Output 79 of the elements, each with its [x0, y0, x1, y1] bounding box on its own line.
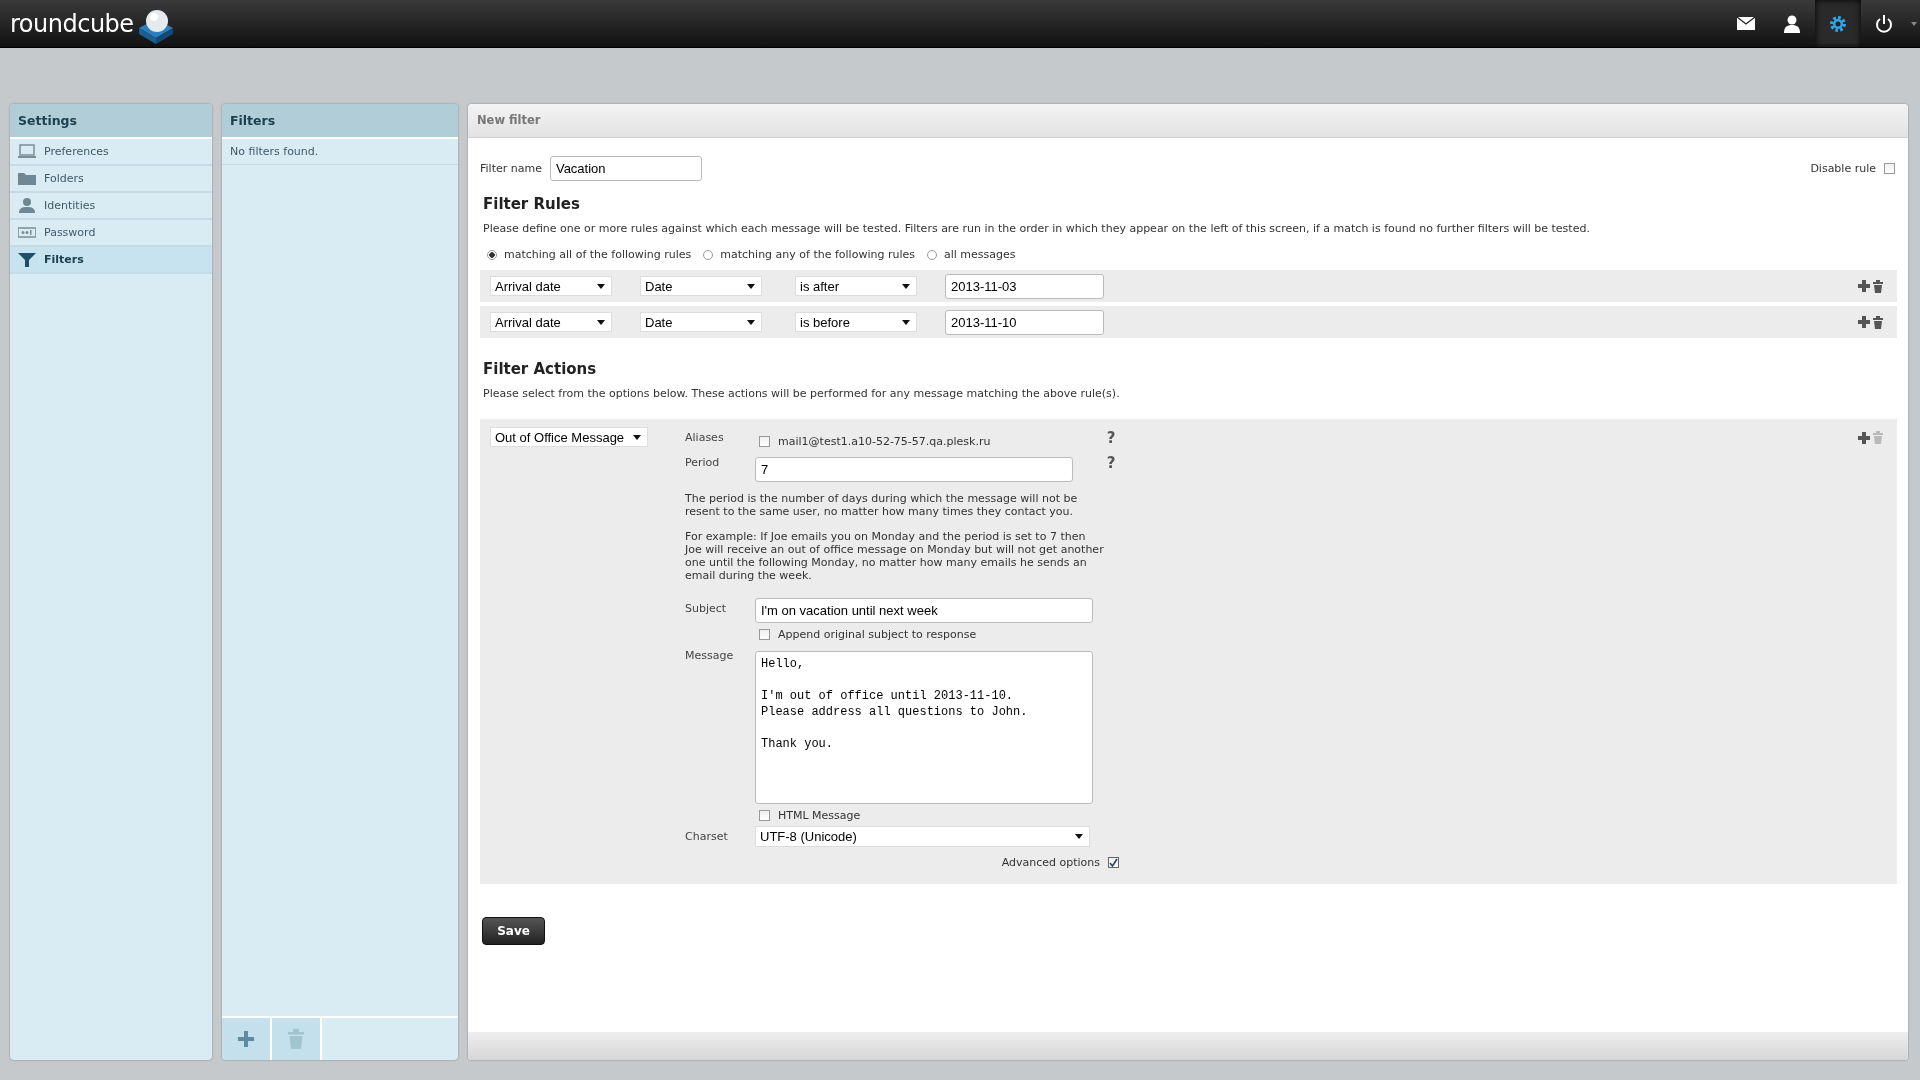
- field-label: Aliases: [685, 430, 725, 446]
- field-label: Charset: [685, 829, 729, 845]
- section-description: Please define one or more rules against which each message will be tested. Filters are run in the order in which they appear on the left of this screen, if a match is found no further filters will be tested.: [483, 222, 1591, 235]
- radio-button[interactable]: [926, 249, 937, 260]
- caret-icon: [597, 319, 605, 325]
- caret-icon: [747, 319, 755, 325]
- filter-name-field[interactable]: Vacation: [549, 155, 702, 181]
- dropdown[interactable]: UTF-8 (Unicode): [755, 826, 1090, 847]
- dropdown[interactable]: Out of Office Message: [490, 427, 648, 447]
- checkbox[interactable]: [1108, 856, 1119, 868]
- checkbox-label: HTML Message: [778, 808, 861, 822]
- rule-value-field[interactable]: 2013-11-03: [945, 273, 1104, 299]
- dropdown[interactable]: Arrival date: [490, 312, 612, 332]
- power-icon: [1874, 13, 1894, 34]
- section-heading: Filter Actions: [483, 360, 598, 378]
- settings-item[interactable]: Folders: [10, 166, 212, 193]
- section-description: Please select from the options below. These actions will be performed for any message matching the above rule(s).: [483, 387, 1121, 400]
- dropdown[interactable]: is before: [795, 312, 917, 332]
- radio-label: matching any of the following rules: [720, 248, 915, 261]
- field-label: Subject: [685, 601, 728, 617]
- radio-button[interactable]: [487, 249, 497, 260]
- caret-icon: [1075, 834, 1083, 839]
- nav-button[interactable]: [1815, 0, 1861, 47]
- logo-text: roundcube: [10, 9, 134, 38]
- radio-button[interactable]: [703, 249, 714, 260]
- period-field[interactable]: 7: [755, 457, 1073, 482]
- message-field[interactable]: Hello, I'm out of office until 2013-11-10. Please address all questions to John. Thank you.: [755, 651, 1093, 804]
- caret-icon: [902, 283, 910, 289]
- radio-label: all messages: [943, 248, 1016, 261]
- help-icon[interactable]: ?: [1093, 427, 1123, 449]
- caret-icon: [1911, 21, 1917, 26]
- laptop-icon: [18, 144, 36, 159]
- person-icon: [1782, 13, 1802, 34]
- password-icon: [18, 225, 36, 240]
- settings-item[interactable]: Filters: [10, 247, 212, 274]
- field-label: Message: [685, 648, 735, 664]
- add-icon: [238, 1031, 254, 1047]
- person-icon: [18, 198, 36, 213]
- subject-field[interactable]: I'm on vacation until next week: [755, 598, 1093, 623]
- dropdown[interactable]: Arrival date: [490, 276, 612, 296]
- settings-icon: [1828, 13, 1848, 34]
- checkmark-icon: [1109, 857, 1118, 867]
- caret-icon: [747, 283, 755, 289]
- add-icon: [1858, 280, 1870, 292]
- rule-value-field[interactable]: 2013-11-10: [945, 309, 1104, 335]
- radio-label: matching all of the following rules: [504, 248, 692, 261]
- caret-icon: [597, 283, 605, 289]
- add-icon: [1858, 316, 1870, 328]
- save-button[interactable]: Save: [482, 917, 545, 945]
- alias-label: mail1@test1.a10-52-75-57.qa.plesk.ru: [778, 434, 991, 448]
- section-heading: Filter Rules: [483, 195, 581, 213]
- panel-title: Filters: [222, 104, 458, 139]
- funnel-icon: [18, 252, 36, 267]
- checkbox[interactable]: [759, 435, 770, 447]
- settings-item[interactable]: Identities: [10, 193, 212, 220]
- checkbox-label: Append original subject to response: [778, 627, 977, 641]
- empty-message: No filters found.: [222, 139, 458, 165]
- panel-title: Settings: [10, 104, 212, 139]
- field-label: Disable rule: [1810, 161, 1876, 175]
- add-filter-button[interactable]: [222, 1018, 272, 1060]
- checkbox[interactable]: [759, 809, 770, 821]
- folder-icon: [18, 171, 36, 186]
- dropdown[interactable]: Date: [640, 312, 762, 332]
- trash-icon: [288, 1029, 304, 1049]
- checkbox-label: Advanced options: [1001, 855, 1100, 869]
- add-icon: [1858, 431, 1870, 444]
- field-label: Period: [685, 455, 721, 471]
- field-label: Filter name: [480, 161, 542, 175]
- panel-title: New filter: [468, 104, 1908, 138]
- hint-text: For example: If Joe emails you on Monday and the period is set to 7 then Joe will receive an out of office message on Monday but will not get another one until the following Monday, no matter how many emails he sends an email during the week.: [685, 530, 1105, 582]
- checkbox[interactable]: [1884, 162, 1895, 174]
- caret-icon: [902, 319, 910, 325]
- checkbox[interactable]: [759, 628, 770, 640]
- hint-text: The period is the number of days during which the message will not be resent to the same user, no matter how many times they contact you.: [685, 492, 1079, 518]
- help-icon[interactable]: ?: [1093, 452, 1123, 474]
- dropdown[interactable]: is after: [795, 276, 917, 296]
- caret-icon: [633, 434, 641, 440]
- dropdown[interactable]: Date: [640, 276, 762, 296]
- settings-item[interactable]: Preferences: [10, 139, 212, 166]
